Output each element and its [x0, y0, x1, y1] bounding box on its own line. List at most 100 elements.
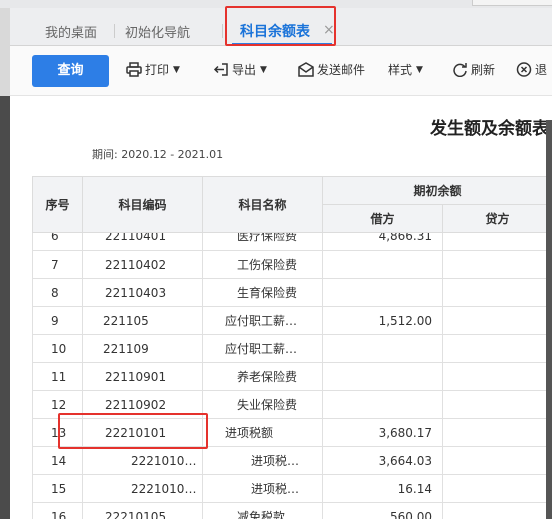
- cell-seq: 15: [32, 474, 83, 503]
- print-label: 打印: [145, 63, 170, 77]
- cell-debit: 1,512.00: [322, 306, 443, 335]
- cell-name: 进项税额: [202, 418, 323, 447]
- table-row[interactable]: 7 22110402 工伤保险费: [32, 250, 552, 279]
- cell-code: 2221010…: [82, 446, 203, 475]
- cell-credit: [441, 474, 552, 503]
- quit-label: 退: [535, 63, 548, 77]
- header-credit: 贷方: [441, 204, 552, 233]
- cell-credit: [441, 418, 552, 447]
- close-circle-icon: [516, 62, 532, 77]
- right-scroll-shadow: [546, 120, 552, 519]
- header-code: 科目编码: [82, 176, 203, 233]
- cell-debit: [322, 334, 443, 363]
- refresh-label: 刷新: [471, 63, 496, 77]
- refresh-button[interactable]: 刷新: [452, 61, 495, 78]
- cell-credit: [441, 362, 552, 391]
- cell-credit: [441, 446, 552, 475]
- report-period: 期间: 2020.12 - 2021.01: [92, 146, 223, 162]
- cell-seq: 6: [51, 232, 59, 243]
- tab-init-guide[interactable]: 初始化导航: [125, 22, 190, 41]
- balance-table: 序号 科目编码 科目名称 期初余额 借方 贷方 6 22110401 医疗保险费…: [32, 176, 552, 519]
- cell-name: 工伤保险费: [202, 250, 323, 279]
- cell-seq: 11: [32, 362, 83, 391]
- cell-name: 养老保险费: [202, 362, 323, 391]
- quit-button[interactable]: 退: [516, 61, 547, 78]
- cell-name: 生育保险费: [202, 278, 323, 307]
- export-label: 导出: [232, 63, 257, 77]
- chevron-down-icon: ▼: [416, 64, 423, 75]
- header-seq: 序号: [32, 176, 83, 233]
- table-row[interactable]: 15 2221010… 进项税… 16.14: [32, 474, 552, 503]
- tab-divider: [222, 24, 223, 38]
- cell-debit: [322, 250, 443, 279]
- header-opening-balance: 期初余额: [321, 176, 552, 205]
- style-label: 样式: [388, 63, 413, 77]
- period-label: 期间:: [92, 148, 118, 161]
- toolbar: 查询 打印 ▼ 导出 ▼ 发送邮件 样式 ▼ 刷新 退: [10, 46, 552, 96]
- table-row[interactable]: 6 22110401 医疗保险费 4,866.31: [32, 232, 552, 251]
- printer-icon: [126, 62, 142, 77]
- cell-credit: [441, 250, 552, 279]
- cell-code: 22110901: [82, 362, 203, 391]
- table-row[interactable]: 11 22110901 养老保险费: [32, 362, 552, 391]
- report-title: 发生额及余额表: [430, 119, 549, 139]
- cell-seq: 8: [32, 278, 83, 307]
- cell-name: 进项税…: [202, 446, 323, 475]
- cell-credit: [441, 306, 552, 335]
- export-icon: [213, 62, 229, 77]
- table-row[interactable]: 16 22210105 减免税款 560.00: [32, 502, 552, 519]
- cell-debit: 4,866.31: [378, 232, 432, 243]
- tab-divider: [114, 24, 115, 38]
- period-value: 2020.12 - 2021.01: [121, 148, 224, 161]
- cell-credit: [441, 334, 552, 363]
- export-button[interactable]: 导出 ▼: [213, 61, 267, 78]
- highlight-box-tab: [225, 6, 336, 46]
- cell-name: 进项税…: [202, 474, 323, 503]
- cell-code: 2221010…: [82, 474, 203, 503]
- chevron-down-icon: ▼: [173, 64, 180, 75]
- cell-debit: 3,680.17: [322, 418, 443, 447]
- cell-name: 失业保险费: [202, 390, 323, 419]
- table-row[interactable]: 10 221109 应付职工薪…: [32, 334, 552, 363]
- header-debit: 借方: [322, 204, 443, 233]
- cell-debit: 3,664.03: [322, 446, 443, 475]
- style-button[interactable]: 样式 ▼: [388, 61, 423, 78]
- cell-seq: 10: [32, 334, 83, 363]
- mail-icon: [298, 62, 314, 77]
- table-row[interactable]: 9 221105 应付职工薪… 1,512.00: [32, 306, 552, 335]
- cell-debit: [322, 278, 443, 307]
- background-window-edge: [472, 0, 552, 6]
- cell-seq: 16: [32, 502, 83, 519]
- cell-code: 221105: [82, 306, 203, 335]
- cell-code: 22110401: [105, 232, 167, 243]
- header-name: 科目名称: [202, 176, 323, 233]
- cell-debit: 16.14: [322, 474, 443, 503]
- table-row[interactable]: 14 2221010… 进项税… 3,664.03: [32, 446, 552, 475]
- cell-name: 医疗保险费: [237, 232, 298, 244]
- table-row[interactable]: 8 22110403 生育保险费: [32, 278, 552, 307]
- cell-seq: 7: [32, 250, 83, 279]
- cell-code: 221109: [82, 334, 203, 363]
- cell-credit: [441, 502, 552, 519]
- tab-my-desktop[interactable]: 我的桌面: [45, 22, 97, 41]
- cell-seq: 14: [32, 446, 83, 475]
- send-email-label: 发送邮件: [317, 63, 366, 77]
- cell-name: 减免税款: [202, 502, 323, 519]
- cell-name: 应付职工薪…: [202, 306, 323, 335]
- cell-debit: 560.00: [322, 502, 443, 519]
- left-panel-edge: [0, 96, 10, 519]
- chevron-down-icon: ▼: [260, 64, 267, 75]
- send-email-button[interactable]: 发送邮件: [298, 61, 365, 78]
- cell-credit: [441, 390, 552, 419]
- query-button[interactable]: 查询: [32, 55, 109, 87]
- report-area: 发生额及余额表 期间: 2020.12 - 2021.01 序号 科目编码 科目…: [10, 96, 552, 519]
- cell-debit: [322, 390, 443, 419]
- cell-debit: [322, 362, 443, 391]
- cell-code: 22110402: [82, 250, 203, 279]
- cell-seq: 9: [32, 306, 83, 335]
- cell-code: 22210105: [82, 502, 203, 519]
- cell-name: 应付职工薪…: [202, 334, 323, 363]
- highlight-box-row: [58, 413, 208, 449]
- print-button[interactable]: 打印 ▼: [126, 61, 180, 78]
- cell-credit: [441, 278, 552, 307]
